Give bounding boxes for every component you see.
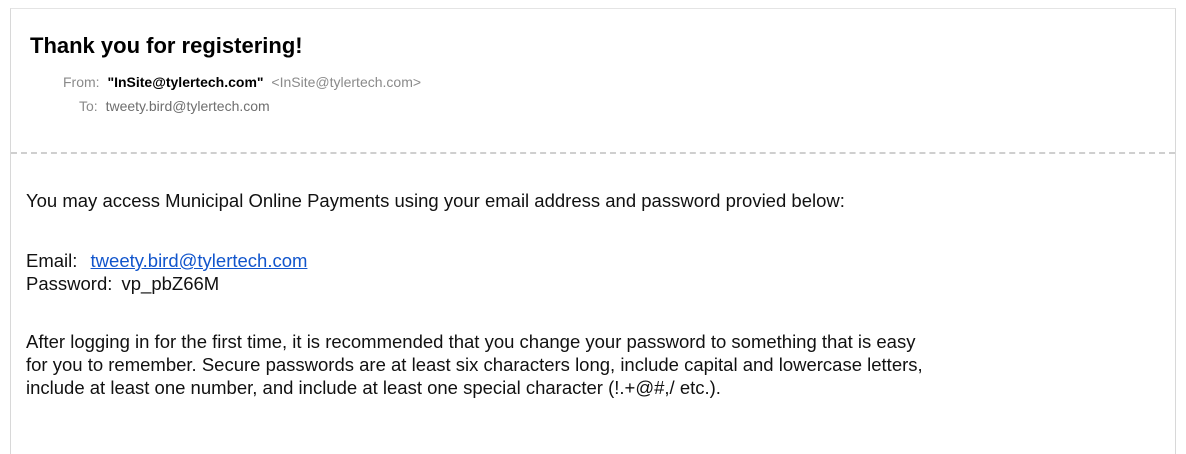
advice-line: After logging in for the first time, it … (26, 331, 916, 352)
advice-line: for you to remember. Secure passwords ar… (26, 354, 923, 375)
to-label: To: (79, 98, 98, 114)
from-address[interactable]: <InSite@tylertech.com> (271, 74, 421, 90)
intro-text: You may access Municipal Online Payments… (26, 190, 845, 211)
header-divider (11, 152, 1175, 154)
to-row: To: tweety.bird@tylertech.com (79, 98, 270, 114)
credential-password-label: Password: (26, 273, 113, 294)
to-address[interactable]: tweety.bird@tylertech.com (106, 98, 270, 114)
email-message: Thank you for registering! From: "InSite… (10, 8, 1176, 454)
from-row: From: "InSite@tylertech.com" <InSite@tyl… (63, 74, 421, 90)
email-subject: Thank you for registering! (30, 33, 303, 58)
credential-password-row: Password: vp_pbZ66M (26, 272, 219, 295)
advice-paragraph: After logging in for the first time, it … (26, 330, 923, 399)
email-header: Thank you for registering! From: "InSite… (11, 9, 1175, 154)
credential-email-label: Email: (26, 250, 78, 271)
advice-line: include at least one number, and include… (26, 377, 721, 398)
credential-password-value: vp_pbZ66M (121, 273, 220, 294)
credential-email-row: Email: tweety.bird@tylertech.com (26, 249, 307, 272)
from-label: From: (63, 74, 100, 90)
credential-email-link[interactable]: tweety.bird@tylertech.com (91, 250, 308, 271)
from-name[interactable]: "InSite@tylertech.com" (107, 74, 263, 90)
